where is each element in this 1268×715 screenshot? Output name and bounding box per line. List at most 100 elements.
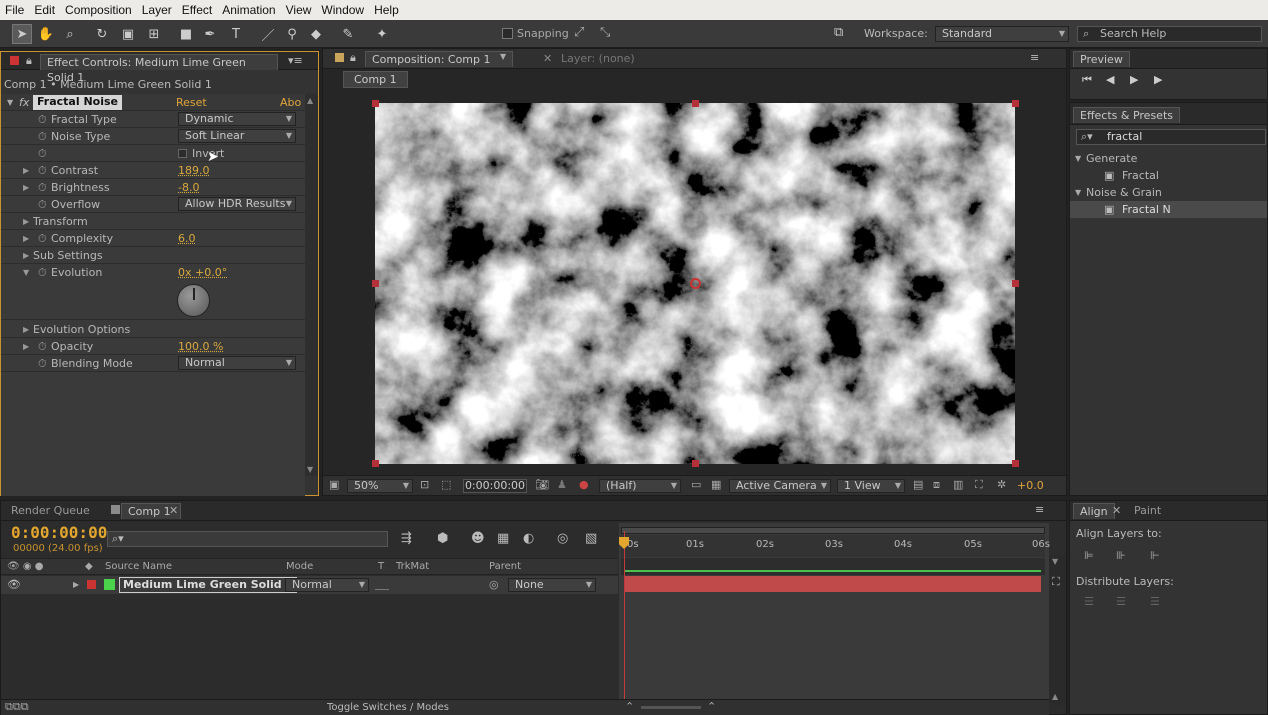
hand-tool-icon[interactable]: ✋ — [36, 24, 56, 44]
stopwatch-icon[interactable]: ⏱ — [38, 179, 47, 196]
rotate-tool-icon[interactable]: ↻ — [92, 24, 112, 44]
scroll-down-icon[interactable]: ▼ — [307, 465, 313, 474]
scroll-down-icon[interactable]: ▲ — [1052, 692, 1058, 701]
exposure-value[interactable]: +0.0 — [1017, 479, 1044, 492]
stopwatch-icon[interactable]: ⏱ — [38, 111, 47, 128]
tab-preview[interactable]: Preview — [1073, 51, 1130, 67]
scroll-up-icon[interactable]: ▲ — [307, 96, 313, 105]
noise-type-dropdown[interactable]: Soft Linear — [178, 129, 296, 143]
effects-item-fractal[interactable]: ▣ Fractal — [1070, 167, 1267, 184]
exposure-icon[interactable]: ✲ — [997, 478, 1006, 491]
collapse-triangle[interactable]: ▼ — [1075, 150, 1081, 167]
stopwatch-icon[interactable]: ⏱ — [38, 264, 47, 281]
timeline-scrollbar[interactable]: ▼ ⛶ ▲ — [1049, 555, 1066, 705]
zoom-in-icon[interactable]: ⌃ — [707, 700, 716, 713]
expand-triangle[interactable]: ▶ — [23, 338, 29, 355]
search-help-field[interactable]: ⌕ Search Help — [1077, 26, 1262, 42]
rgb-channel-icon[interactable]: ● — [579, 478, 589, 491]
evolution-value[interactable]: 0x +0.0° — [178, 264, 227, 281]
fractal-type-dropdown[interactable]: Dynamic — [178, 112, 296, 126]
tab-close-icon[interactable]: ✕ — [1112, 504, 1121, 517]
safe-margins-icon[interactable]: ⊡ — [420, 478, 429, 491]
evolution-dial[interactable] — [177, 284, 210, 317]
menu-effect[interactable]: Effect — [177, 3, 217, 17]
brightness-value[interactable]: -8.0 — [178, 179, 199, 196]
resolution-dropdown[interactable]: (Half) — [599, 479, 681, 493]
brush-tool-icon[interactable]: ／ — [258, 24, 278, 44]
expand-triangle[interactable]: ▶ — [23, 230, 29, 247]
snap-edges-icon[interactable]: ⤡ — [600, 25, 610, 40]
tab-close-icon[interactable]: ✕ — [169, 504, 178, 517]
comp-tab-dropdown-icon[interactable]: ▼ — [500, 52, 506, 61]
shy-layers-icon[interactable]: ☻ — [471, 531, 485, 546]
effect-controls-scrollbar[interactable]: ▲ ▼ — [305, 94, 318, 476]
menu-composition[interactable]: Composition — [60, 3, 137, 17]
tab-align[interactable]: Align — [1073, 503, 1115, 519]
timeline-zoom-slider[interactable] — [641, 706, 701, 709]
effects-group-noise-grain[interactable]: ▼ Noise & Grain — [1070, 184, 1267, 201]
layer-handle-bl[interactable] — [372, 460, 379, 467]
graph-editor-icon[interactable]: ◎ — [557, 531, 568, 546]
menu-animation[interactable]: Animation — [217, 3, 280, 17]
panel-close-icon[interactable]: ✕ — [543, 52, 552, 65]
next-frame-icon[interactable]: ▶ — [1154, 73, 1162, 86]
zoom-dropdown[interactable]: 50% — [347, 479, 413, 493]
effects-search-field[interactable]: ⌕▾ fractal — [1076, 129, 1266, 145]
snapshot-icon[interactable]: 📷︎ — [535, 478, 549, 491]
layer-handle-br[interactable] — [1012, 460, 1019, 467]
timeline-icon[interactable]: ▥ — [953, 478, 963, 491]
menu-window[interactable]: Window — [316, 3, 369, 17]
clone-stamp-tool-icon[interactable]: ⚲ — [282, 24, 302, 44]
layer-duration-bar[interactable] — [625, 576, 1041, 592]
menu-file[interactable]: File — [0, 3, 29, 17]
overflow-dropdown[interactable]: Allow HDR Results — [178, 197, 296, 211]
parent-dropdown[interactable]: None — [508, 578, 596, 592]
menu-view[interactable]: View — [281, 3, 317, 17]
column-parent[interactable]: Parent — [489, 559, 521, 575]
fast-previews-icon[interactable]: ⧈ — [933, 478, 940, 492]
stopwatch-icon[interactable]: ⏱ — [38, 162, 47, 179]
show-snapshot-icon[interactable]: ♟ — [557, 478, 567, 491]
panel-menu-icon[interactable]: ≡ — [1035, 503, 1044, 516]
camera-tool-icon[interactable]: ▣ — [118, 24, 138, 44]
mask-toggle-icon[interactable]: ⬚ — [441, 478, 451, 491]
workspace-dropdown[interactable]: Standard — [935, 26, 1069, 42]
collapse-triangle[interactable]: ▼ — [23, 264, 29, 281]
pan-behind-tool-icon[interactable]: ⊞ — [144, 24, 164, 44]
work-area-bar[interactable] — [621, 527, 1045, 534]
puppet-pin-tool-icon[interactable]: ✦ — [372, 24, 392, 44]
label-color-swatch[interactable] — [87, 580, 96, 589]
scroll-up-icon[interactable]: ▼ — [1052, 557, 1058, 566]
draft-3d-icon[interactable]: ⬢ — [437, 531, 448, 546]
column-source-name[interactable]: Source Name — [105, 559, 172, 575]
effect-reset-button[interactable]: Reset — [176, 94, 207, 111]
zoom-out-icon[interactable]: ⌃ — [625, 700, 634, 713]
expand-triangle[interactable]: ▶ — [23, 213, 29, 230]
layer-handle-tc[interactable] — [692, 100, 699, 107]
effects-group-generate[interactable]: ▼ Generate — [1070, 150, 1267, 167]
align-right-icon[interactable]: ⊩ — [1150, 549, 1160, 562]
stopwatch-icon[interactable]: ⏱ — [38, 128, 47, 145]
tab-effect-controls[interactable]: Effect Controls: Medium Lime Green Solid… — [40, 54, 278, 84]
column-t[interactable]: T — [378, 559, 384, 575]
play-icon[interactable]: ▶ — [1130, 73, 1138, 86]
rectangle-tool-icon[interactable]: ■ — [176, 24, 196, 44]
panel-menu-icon[interactable]: ≡ — [1030, 51, 1039, 64]
stopwatch-icon[interactable]: ⏱ — [38, 145, 47, 162]
panel-close-icon[interactable] — [10, 56, 19, 65]
layer-switches-icon[interactable]: ⧉⧉⧉ — [5, 700, 29, 714]
timeline-timecode[interactable]: 0:00:00:00 — [11, 523, 107, 542]
tab-effects-presets[interactable]: Effects & Presets — [1073, 107, 1180, 123]
frame-blending-icon[interactable]: ▦ — [497, 531, 509, 546]
panel-menu-icon[interactable]: ▾≡ — [288, 54, 303, 67]
menu-layer[interactable]: Layer — [137, 3, 177, 17]
stopwatch-icon[interactable]: ⏱ — [38, 355, 47, 372]
opacity-value[interactable]: 100.0 % — [178, 338, 223, 355]
stopwatch-icon[interactable]: ⏱ — [38, 230, 47, 247]
layer-name[interactable]: Medium Lime Green Solid 1 — [119, 577, 298, 593]
stopwatch-icon[interactable]: ⏱ — [38, 338, 47, 355]
layer-row[interactable]: 👁︎ ▶ Medium Lime Green Solid 1 Normal ◎ … — [1, 576, 618, 594]
expand-triangle[interactable]: ▶ — [23, 321, 29, 338]
lock-icon[interactable]: 🔒︎ — [350, 51, 356, 65]
lock-icon[interactable]: 🔒︎ — [26, 54, 32, 68]
